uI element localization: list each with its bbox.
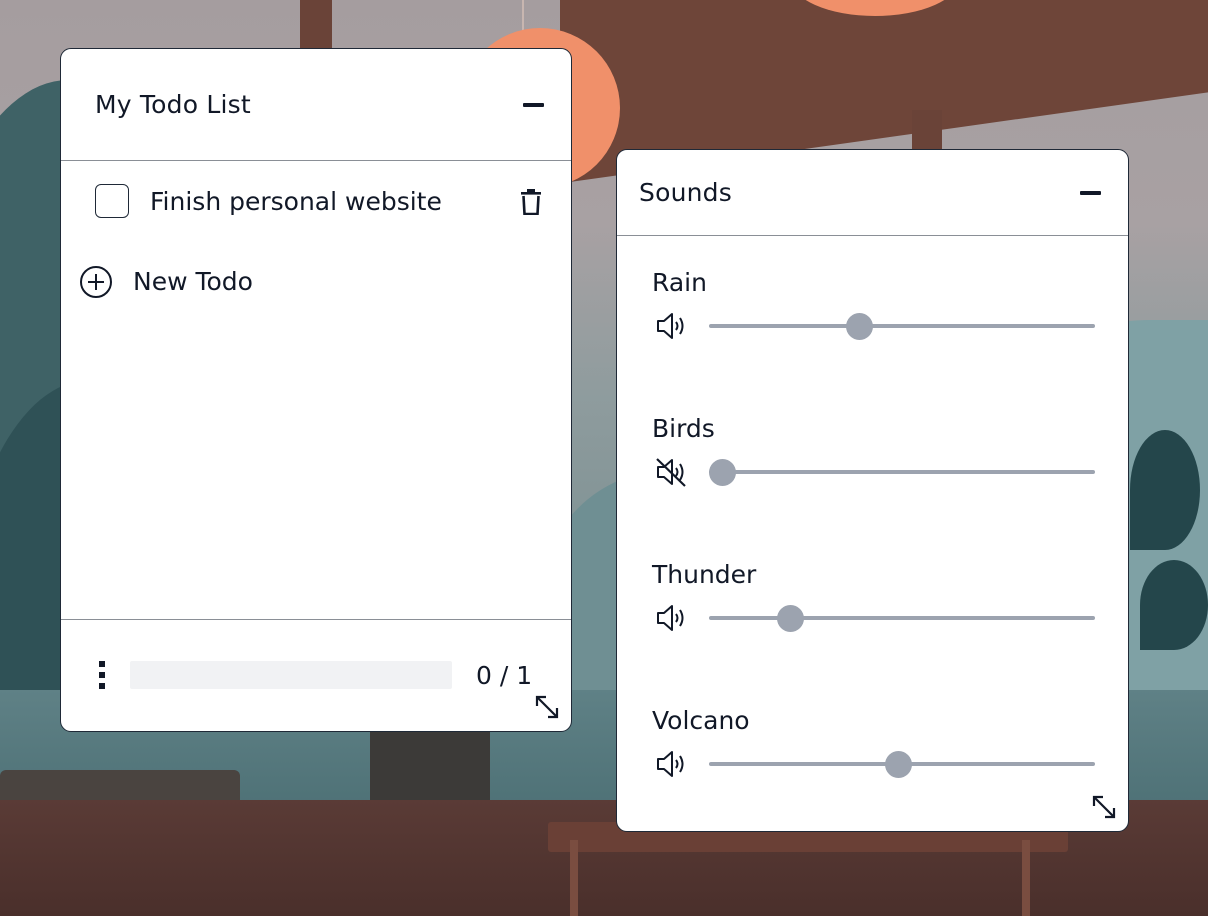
todo-footer: 0 / 1 — [61, 619, 571, 731]
vertical-dots-icon[interactable] — [97, 660, 107, 690]
todo-minimize-button[interactable] — [519, 91, 547, 119]
minimize-icon — [522, 103, 544, 107]
sounds-window-title: Sounds — [639, 178, 732, 207]
todo-item: Finish personal website — [61, 161, 571, 241]
sound-label: Volcano — [652, 706, 750, 735]
table-leg — [570, 840, 578, 916]
speaker-muted-icon[interactable] — [655, 457, 687, 487]
todo-progress-bar — [130, 661, 452, 689]
slider-track — [709, 324, 1095, 328]
volume-slider[interactable] — [709, 751, 1095, 778]
todo-checkbox[interactable] — [95, 184, 129, 218]
speaker-on-icon[interactable] — [655, 603, 687, 633]
slider-thumb[interactable] — [885, 751, 913, 778]
todo-window-title: My Todo List — [95, 90, 251, 119]
slider-track — [709, 616, 1095, 620]
sounds-window: Sounds Rain Birds Thunder Volcano — [616, 149, 1129, 832]
sound-label: Rain — [652, 268, 707, 297]
todo-window-header[interactable]: My Todo List — [61, 49, 571, 161]
plus-circle-icon — [80, 266, 112, 298]
todo-window: My Todo List Finish personal website New… — [60, 48, 572, 732]
slider-track — [709, 470, 1095, 474]
speaker-on-icon[interactable] — [655, 311, 687, 341]
todo-progress-count: 0 / 1 — [476, 661, 533, 690]
table-leg — [1022, 840, 1030, 916]
volume-slider[interactable] — [709, 605, 1095, 632]
slider-thumb[interactable] — [845, 313, 873, 340]
plant — [1130, 430, 1200, 550]
resize-diagonal-icon[interactable] — [534, 694, 560, 720]
slider-thumb[interactable] — [709, 459, 736, 486]
todo-item-text[interactable]: Finish personal website — [150, 187, 442, 216]
new-todo-button[interactable]: New Todo — [61, 257, 571, 307]
sound-row-thunder: Thunder — [617, 560, 1128, 680]
volume-slider[interactable] — [709, 313, 1095, 340]
minimize-icon — [1079, 191, 1101, 195]
speaker-on-icon[interactable] — [655, 749, 687, 779]
sound-row-volcano: Volcano — [617, 706, 1128, 826]
resize-diagonal-icon[interactable] — [1091, 794, 1117, 820]
sound-label: Birds — [652, 414, 715, 443]
sounds-window-header[interactable]: Sounds — [617, 150, 1128, 236]
sound-label: Thunder — [652, 560, 757, 589]
sound-row-birds: Birds — [617, 414, 1128, 534]
trash-icon[interactable] — [519, 189, 543, 215]
plant — [1140, 560, 1208, 650]
new-todo-label: New Todo — [133, 267, 253, 296]
slider-thumb[interactable] — [777, 605, 805, 632]
sounds-minimize-button[interactable] — [1076, 179, 1104, 207]
volume-slider[interactable] — [709, 459, 1095, 486]
sound-row-rain: Rain — [617, 268, 1128, 388]
